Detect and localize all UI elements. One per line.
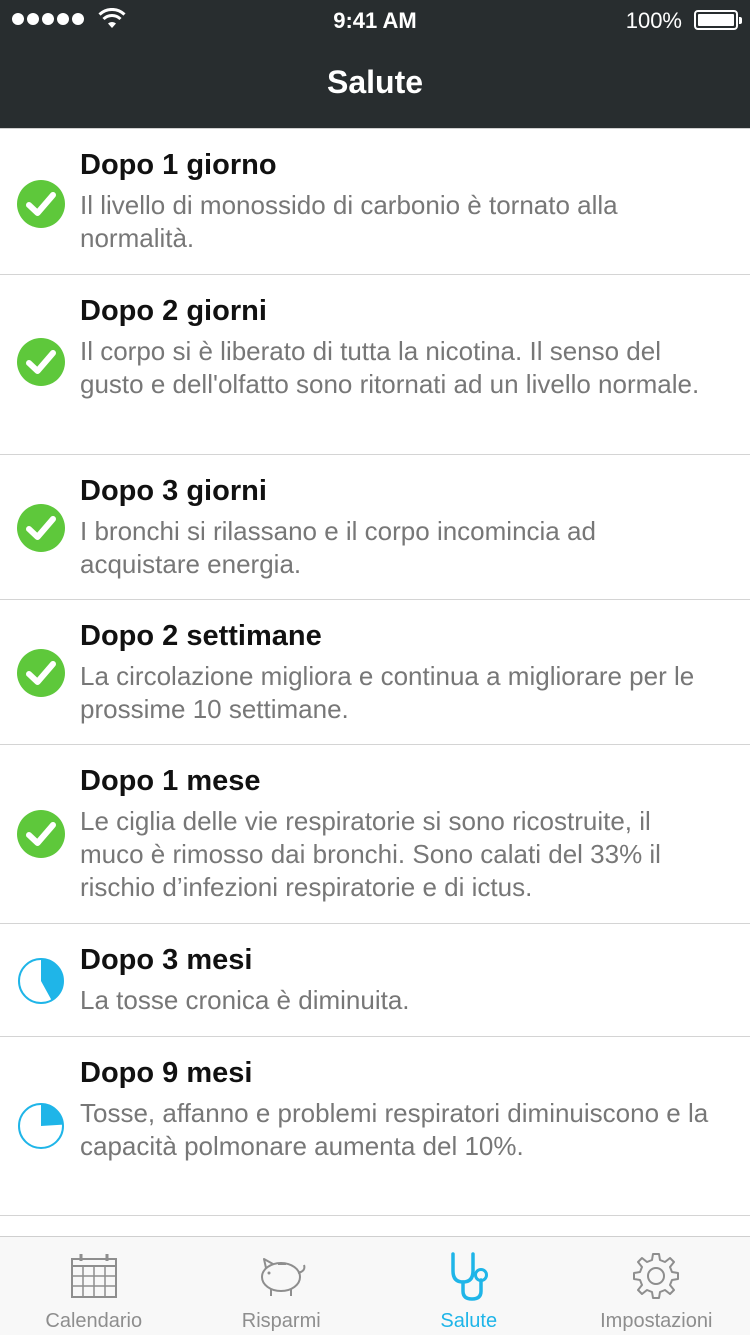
milestone-row[interactable]: Dopo 1 giorno Il livello di monossido di… [0,129,750,275]
milestone-title: Dopo 1 mese [80,763,720,799]
milestone-row[interactable]: Dopo 3 giorni I bronchi si rilassano e i… [0,455,750,600]
header: 9:41 AM 100% Salute [0,0,750,128]
progress-pie-icon [16,1101,66,1151]
check-circle-icon [16,179,66,229]
milestone-description: La circolazione migliora e continua a mi… [80,660,720,726]
milestone-title: Dopo 9 mesi [80,1055,720,1091]
tab-salute[interactable]: Salute [375,1237,563,1335]
tab-label: Calendario [0,1310,188,1333]
tab-risparmi[interactable]: Risparmi [188,1237,376,1335]
tab-calendario[interactable]: Calendario [0,1237,188,1335]
milestone-title: Dopo 1 giorno [80,147,720,183]
milestone-title: Dopo 2 settimane [80,618,720,654]
status-bar: 9:41 AM 100% [0,0,750,40]
milestone-description: Il livello di monossido di carbonio è to… [80,189,720,255]
check-circle-icon [16,809,66,859]
tab-impostazioni[interactable]: Impostazioni [563,1237,750,1335]
milestone-title: Dopo 2 giorni [80,293,720,329]
check-circle-icon [16,648,66,698]
milestone-title: Dopo 3 mesi [80,942,720,978]
gear-icon [631,1251,681,1301]
progress-pie-icon [16,956,66,1006]
milestone-title: Dopo 3 giorni [80,473,720,509]
check-circle-icon [16,503,66,553]
check-circle-icon [16,337,66,387]
milestone-description: Tosse, affanno e problemi respiratori di… [80,1097,720,1163]
milestone-row[interactable]: Dopo 3 mesi La tosse cronica è diminuita… [0,924,750,1037]
milestone-description: Il corpo si è liberato di tutta la nicot… [80,335,720,401]
battery-percentage: 100% [626,8,682,34]
milestone-row[interactable]: Dopo 2 settimane La circolazione miglior… [0,600,750,745]
milestone-row[interactable]: Dopo 2 giorni Il corpo si è liberato di … [0,275,750,455]
piggy-bank-icon [254,1251,308,1301]
page-title: Salute [0,64,750,101]
milestone-row[interactable]: Dopo 1 mese Le ciglia delle vie respirat… [0,745,750,924]
milestone-description: La tosse cronica è diminuita. [80,984,720,1017]
milestone-row[interactable]: Dopo 9 mesi Tosse, affanno e problemi re… [0,1037,750,1216]
tab-bar: Calendario Risparmi Salute Impostazion [0,1236,750,1335]
battery-icon [694,10,738,30]
tab-label: Risparmi [188,1310,376,1333]
tab-label: Impostazioni [563,1310,750,1333]
milestone-description: I bronchi si rilassano e il corpo incomi… [80,515,720,581]
stethoscope-icon [444,1251,494,1303]
milestone-list[interactable]: Dopo 1 giorno Il livello di monossido di… [0,128,750,1237]
tab-label: Salute [375,1310,563,1333]
calendar-icon [69,1251,119,1301]
milestone-description: Le ciglia delle vie respiratorie si sono… [80,805,720,904]
